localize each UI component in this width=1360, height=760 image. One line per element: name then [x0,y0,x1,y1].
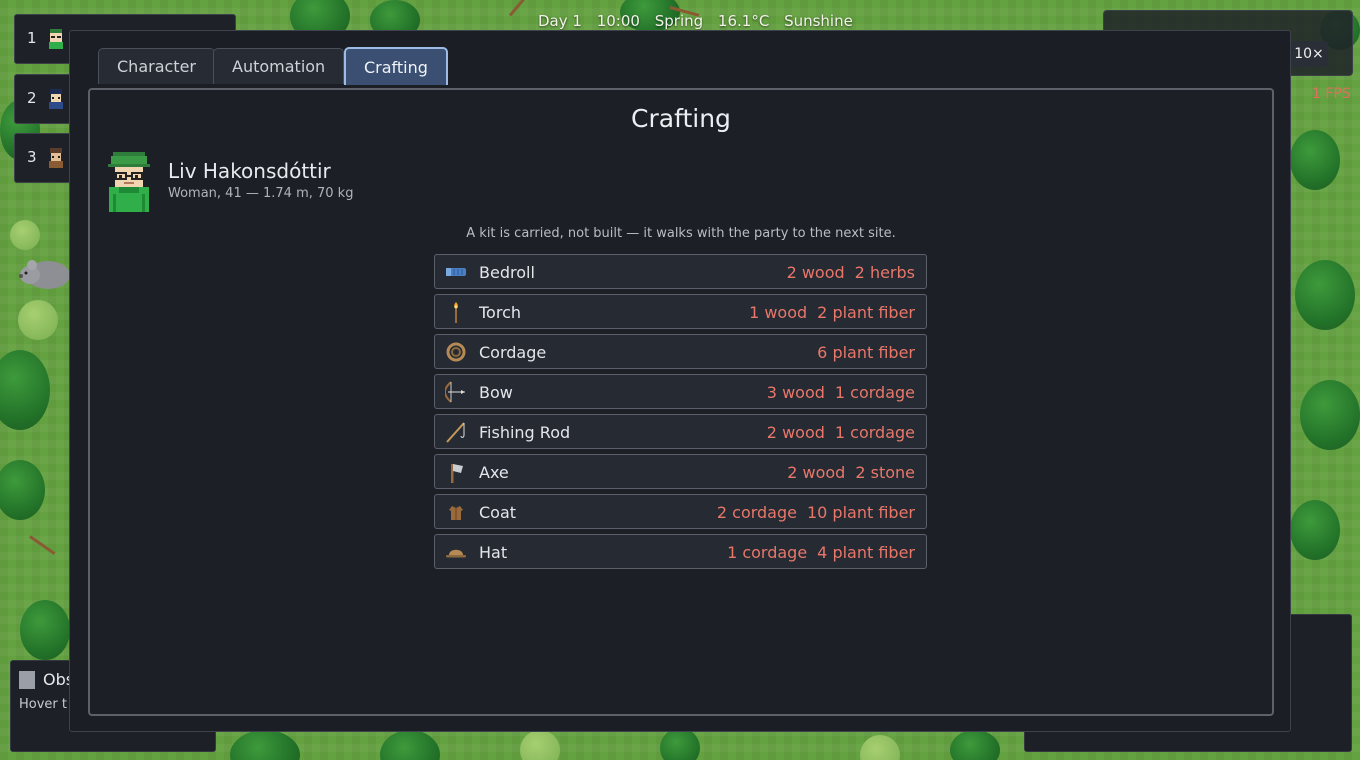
world-status: Day 1 10:00 Spring 16.1°C Sunshine [538,12,863,30]
recipe-axe[interactable]: Axe 2 wood 2 stone [434,454,927,489]
tab-crafting[interactable]: Crafting [344,47,448,85]
character-avatar-icon [49,89,63,109]
cost-item: 2 herbs [854,263,915,282]
tab-character[interactable]: Character [98,48,215,84]
tab-automation[interactable]: Automation [213,48,345,84]
recipe-cost: 2 wood 2 herbs [787,263,915,282]
recipe-cost: 2 wood 2 stone [787,463,915,482]
hat-icon [446,549,466,558]
party-member-number: 3 [27,148,37,166]
cost-item: 4 plant fiber [817,543,915,562]
crafting-hint: A kit is carried, not built — it walks w… [466,226,896,241]
cost-item: 2 wood [766,423,825,442]
character-name: Liv Hakonsdóttir [168,159,331,183]
temperature-label: 16.1°C [717,12,770,30]
speed-10x-button[interactable]: 10× [1290,41,1328,67]
recipe-bow[interactable]: Bow 3 wood 1 cordage [434,374,927,409]
recipe-bedroll[interactable]: Bedroll 2 wood 2 herbs [434,254,927,289]
season-label: Spring [654,12,704,30]
recipe-list: Bedroll 2 wood 2 herbs Torch 1 wood 2 plan… [434,254,927,574]
party-member-2[interactable]: 2 [14,74,74,124]
recipe-cost: 2 wood 1 cordage [767,423,915,442]
recipe-fishing-rod[interactable]: Fishing Rod 2 wood 1 cordage [434,414,927,449]
recipe-cost: 1 wood 2 plant fiber [749,303,915,322]
character-avatar-icon [49,148,63,168]
observe-swatch-icon [19,671,35,689]
recipe-name: Torch [479,303,522,322]
fps-counter: 1 FPS [1312,86,1351,102]
recipe-cost: 1 cordage 4 plant fiber [727,543,915,562]
panel-title: Crafting [631,104,731,133]
observe-hint: Hover t [19,697,67,712]
cost-item: 3 wood [766,383,825,402]
recipe-name: Cordage [479,343,547,362]
recipe-name: Fishing Rod [479,423,571,442]
recipe-coat[interactable]: Coat 2 cordage 10 plant fiber [434,494,927,529]
party-member-number: 2 [27,89,37,107]
recipe-hat[interactable]: Hat 1 cordage 4 plant fiber [434,534,927,569]
crafting-panel: Crafting Liv Hakonsdóttir Woman, 41 — 1.… [88,88,1274,716]
cordage-icon [446,342,466,362]
recipe-torch[interactable]: Torch 1 wood 2 plant fiber [434,294,927,329]
weather-label: Sunshine [784,12,853,30]
cost-item: 6 plant fiber [817,343,915,362]
cost-item: 1 cordage [834,423,915,442]
cost-item: 1 wood [749,303,808,322]
recipe-cordage[interactable]: Cordage 6 plant fiber [434,334,927,369]
axe-icon [451,464,463,483]
recipe-name: Coat [479,503,517,522]
recipe-name: Bow [479,383,513,402]
cost-item: 2 stone [855,463,915,482]
character-info: Woman, 41 — 1.74 m, 70 kg [168,186,354,201]
cost-item: 2 plant fiber [817,303,915,322]
recipe-name: Axe [479,463,509,482]
bedroll-icon [446,268,466,276]
cost-item: 10 plant fiber [806,503,915,522]
cost-item: 2 wood [787,463,846,482]
recipe-cost: 3 wood 1 cordage [767,383,915,402]
cost-item: 1 cordage [727,543,808,562]
cost-item: 1 cordage [834,383,915,402]
bow-icon [445,381,465,403]
time-label: 10:00 [596,12,640,30]
character-avatar-icon [49,29,63,49]
character-window: Character Automation Crafting Crafting L… [69,30,1291,732]
torch-icon [454,302,458,323]
cost-item: 2 cordage [716,503,797,522]
recipe-name: Bedroll [479,263,535,282]
coat-icon [449,506,463,520]
recipe-cost: 6 plant fiber [817,343,915,362]
party-member-3[interactable]: 3 [14,133,74,183]
mouse-creature-icon[interactable] [18,256,72,292]
day-label: Day 1 [538,12,582,30]
party-member-number: 1 [27,29,37,47]
fishing-rod-icon [446,422,465,443]
recipe-cost: 2 cordage 10 plant fiber [717,503,915,522]
character-portrait [108,152,150,212]
cost-item: 2 wood [786,263,845,282]
recipe-name: Hat [479,543,508,562]
